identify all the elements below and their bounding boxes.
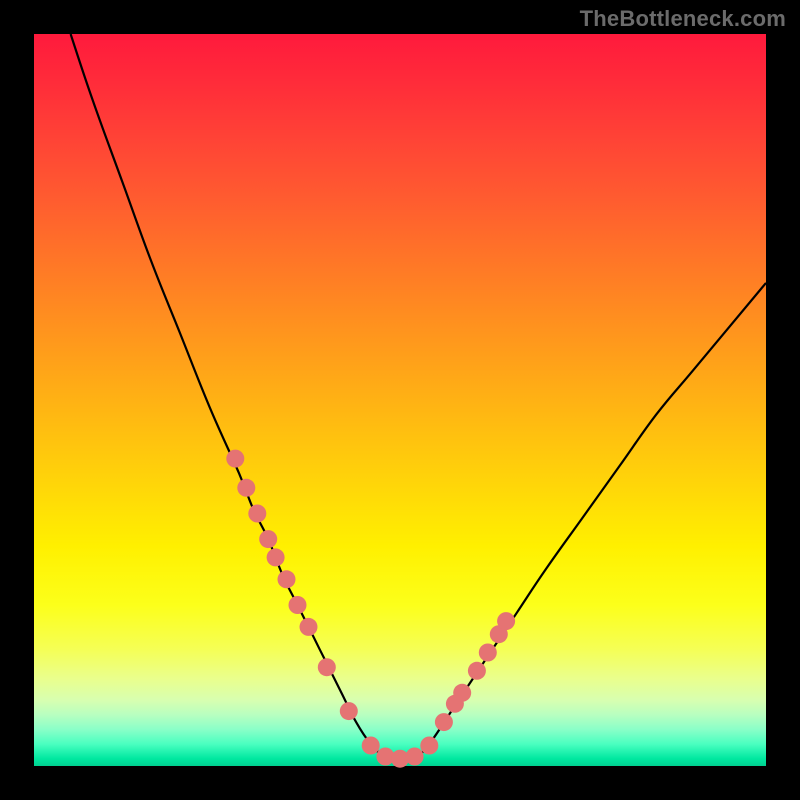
bottleneck-curve <box>71 34 766 760</box>
marker-point <box>453 684 471 702</box>
marker-point <box>362 737 380 755</box>
marker-point <box>259 530 277 548</box>
plot-area <box>34 34 766 766</box>
marker-point <box>406 748 424 766</box>
chart-frame: TheBottleneck.com <box>0 0 800 800</box>
marker-point <box>267 548 285 566</box>
marker-point <box>468 662 486 680</box>
marker-point <box>278 570 296 588</box>
curve-layer <box>34 34 766 766</box>
marker-point <box>497 612 515 630</box>
marker-point <box>340 702 358 720</box>
marker-point <box>237 479 255 497</box>
marker-point <box>420 737 438 755</box>
marker-point <box>248 505 266 523</box>
marker-group <box>226 450 515 768</box>
marker-point <box>226 450 244 468</box>
marker-point <box>289 596 307 614</box>
marker-point <box>318 658 336 676</box>
watermark-text: TheBottleneck.com <box>580 6 786 32</box>
marker-point <box>479 644 497 662</box>
marker-point <box>300 618 318 636</box>
marker-point <box>435 713 453 731</box>
